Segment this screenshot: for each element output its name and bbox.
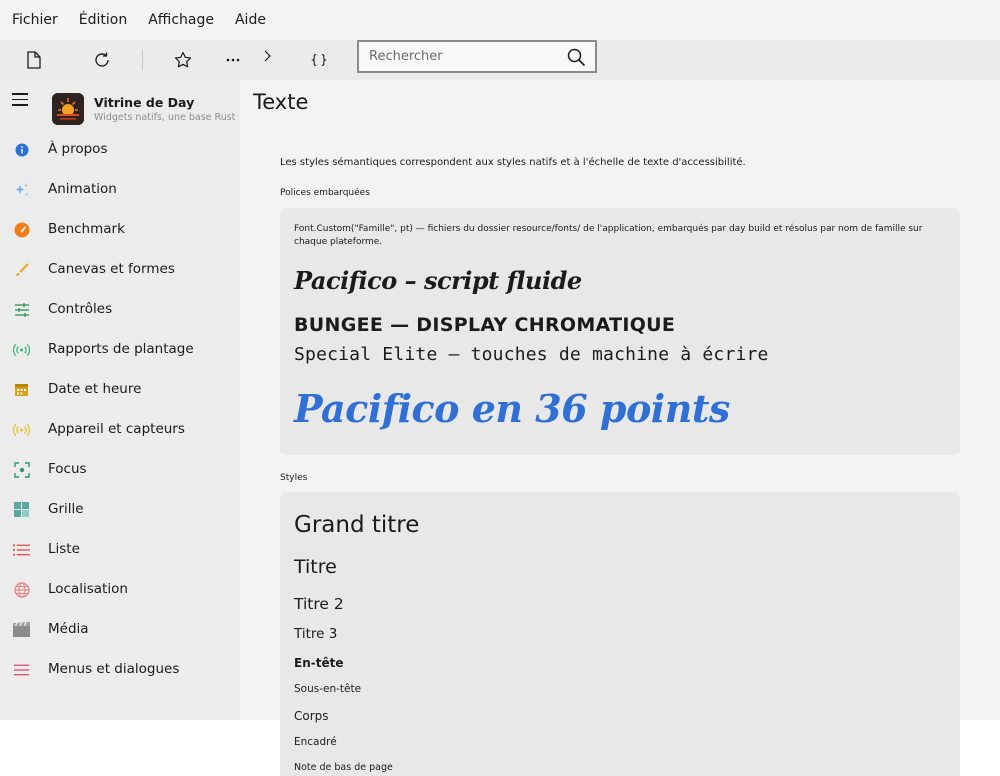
style-callout: Encadré — [294, 736, 337, 748]
sidebar-item-label: À propos — [48, 141, 108, 157]
clapper-icon — [13, 621, 30, 638]
sidebar: Vitrine de Day Widgets natifs, une base … — [0, 80, 240, 720]
brush-icon — [13, 261, 30, 278]
search-input[interactable] — [359, 49, 559, 64]
menu-edition[interactable]: Édition — [79, 12, 127, 28]
style-subheadline: Sous-en-tête — [294, 683, 362, 695]
sidebar-item-label: Date et heure — [48, 381, 142, 397]
focus-icon — [13, 461, 30, 478]
menu-aide[interactable]: Aide — [235, 12, 266, 28]
style-headline: En-tête — [294, 656, 344, 670]
search-box — [357, 40, 597, 73]
sidebar-item-label: Contrôles — [48, 301, 113, 317]
sidebar-item-label: Animation — [48, 181, 117, 197]
sidebar-item-appareil[interactable]: Appareil et capteurs — [0, 409, 240, 449]
sidebar-nav: À propos Animation Benchmark Canevas et … — [0, 129, 240, 689]
sidebar-item-menus[interactable]: Menus et dialogues — [0, 649, 240, 689]
search-icon[interactable] — [566, 47, 586, 67]
styles-card: Grand titre Titre Titre 2 Titre 3 En-têt… — [280, 492, 960, 776]
sidebar-item-label: Focus — [48, 461, 87, 477]
calendar-icon — [13, 381, 30, 398]
sidebar-item-label: Localisation — [48, 581, 128, 597]
list-icon — [13, 541, 30, 558]
sidebar-item-label: Grille — [48, 501, 84, 517]
globe-icon — [13, 581, 30, 598]
style-large-title: Grand titre — [294, 512, 420, 538]
style-body: Corps — [294, 709, 329, 723]
bungee-sample: BUNGEE — DISPLAY CHROMATIQUE — [294, 314, 676, 336]
broadcast-icon — [13, 341, 30, 358]
embedded-fonts-card: Font.Custom("Famille", pt) — fichiers du… — [280, 208, 960, 455]
sidebar-item-animation[interactable]: Animation — [0, 169, 240, 209]
document-icon[interactable] — [22, 48, 46, 72]
pacifico-36-sample: Pacifico en 36 points — [294, 386, 730, 431]
section-label-styles: Styles — [280, 473, 308, 483]
style-title-2: Titre 2 — [294, 595, 344, 613]
sidebar-item-canevas[interactable]: Canevas et formes — [0, 249, 240, 289]
info-icon — [13, 141, 30, 158]
sidebar-item-date[interactable]: Date et heure — [0, 369, 240, 409]
style-title: Titre — [294, 556, 337, 578]
star-icon[interactable] — [171, 48, 195, 72]
toolbar-separator — [142, 49, 143, 71]
app-title: Vitrine de Day — [94, 95, 195, 110]
sidebar-item-label: Appareil et capteurs — [48, 421, 185, 437]
app-logo — [52, 93, 84, 125]
refresh-icon[interactable] — [90, 48, 114, 72]
menu-icon — [13, 661, 30, 678]
sidebar-item-label: Benchmark — [48, 221, 125, 237]
style-footnote: Note de bas de page — [294, 762, 393, 773]
sensor-icon — [13, 421, 30, 438]
hamburger-menu-icon[interactable] — [12, 93, 28, 107]
sidebar-item-benchmark[interactable]: Benchmark — [0, 209, 240, 249]
sidebar-item-a-propos[interactable]: À propos — [0, 129, 240, 169]
sidebar-item-rapports[interactable]: Rapports de plantage — [0, 329, 240, 369]
sliders-icon — [13, 301, 30, 318]
section-label-embedded: Polices embarquées — [280, 188, 370, 198]
intro-text: Les styles sémantiques correspondent aux… — [280, 157, 746, 168]
page-title: Texte — [253, 90, 309, 114]
menu-affichage[interactable]: Affichage — [148, 12, 214, 28]
sidebar-item-focus[interactable]: Focus — [0, 449, 240, 489]
special-elite-sample: Special Elite — touches de machine à écr… — [294, 344, 769, 365]
menu-bar: Fichier Édition Affichage Aide — [0, 0, 1000, 40]
sidebar-item-media[interactable]: Média — [0, 609, 240, 649]
menu-fichier[interactable]: Fichier — [12, 12, 58, 28]
sidebar-item-label: Liste — [48, 541, 80, 557]
app-subtitle: Widgets natifs, une base Rust — [94, 112, 236, 123]
style-title-3: Titre 3 — [294, 626, 338, 642]
embedded-fonts-description: Font.Custom("Famille", pt) — fichiers du… — [294, 224, 923, 247]
sidebar-item-label: Canevas et formes — [48, 261, 175, 277]
more-icon[interactable] — [221, 48, 245, 72]
sidebar-item-label: Rapports de plantage — [48, 341, 194, 357]
sidebar-item-grille[interactable]: Grille — [0, 489, 240, 529]
sparkle-icon — [13, 181, 30, 198]
sidebar-item-controles[interactable]: Contrôles — [0, 289, 240, 329]
gauge-icon — [13, 221, 30, 238]
pacifico-sample: Pacifico – script fluide — [294, 266, 582, 295]
grid-icon — [13, 501, 30, 518]
sidebar-item-localisation[interactable]: Localisation — [0, 569, 240, 609]
braces-icon[interactable] — [307, 48, 331, 72]
sidebar-item-label: Menus et dialogues — [48, 661, 180, 677]
chevron-right-icon[interactable] — [255, 44, 279, 68]
sidebar-item-liste[interactable]: Liste — [0, 529, 240, 569]
sidebar-item-label: Média — [48, 621, 89, 637]
